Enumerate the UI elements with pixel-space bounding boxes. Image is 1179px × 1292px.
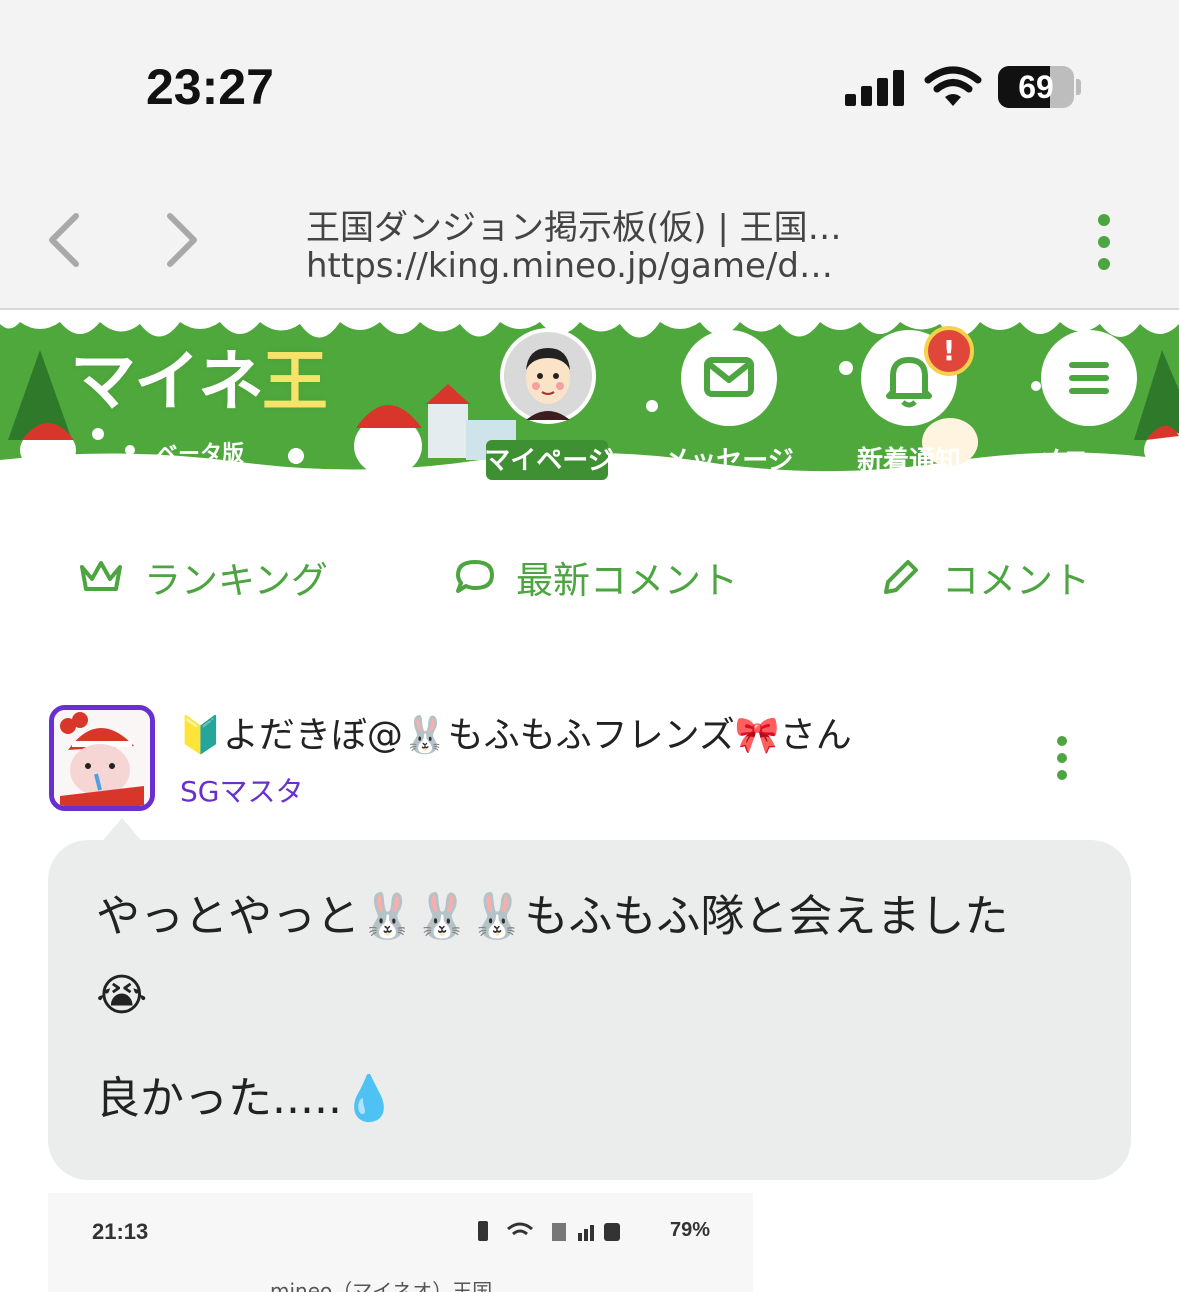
envelope-icon [704,357,754,397]
speech-bubble-icon [456,560,494,593]
post-more-vertical-icon[interactable] [1052,736,1072,780]
battery-level-text: 69 [1018,69,1054,105]
site-header-banner: マイネ王 ベータ版 マイページ メッセージ ! 新着通知 メニュー [0,310,1179,492]
post-user-rank: SGマスタ [180,775,304,808]
nav-mypage[interactable]: マイページ [484,440,614,477]
latest-comments-label: 最新コメント [516,559,738,602]
forward-arrow-icon[interactable] [162,212,202,268]
comment-body-line-2: 😭 [96,970,148,1021]
site-logo[interactable]: マイネ王 [70,328,328,424]
post-user-name[interactable]: 🔰よだきぼ@🐰もふもふフレンズ🎀さん [178,706,852,758]
message-button[interactable] [681,330,777,426]
beta-label: ベータ版 [156,442,245,467]
comment-body-line-1: やっとやっと🐰🐰🐰もふもふ隊と会えました [96,891,1009,942]
attachment-status-icons [478,1221,620,1241]
status-time: 23:27 [146,59,274,115]
nav-menu[interactable]: メニュー [1024,440,1154,477]
logo-text: マイネ [70,343,264,420]
nav-message[interactable]: メッセージ [654,440,804,477]
nav-notifications[interactable]: 新着通知 [844,440,974,477]
wifi-icon [924,66,982,106]
latest-comments-link[interactable]: 最新コメント [454,552,738,602]
ranking-label: ランキング [144,559,328,602]
snowman-avatar-icon [54,710,150,806]
address-bar-url[interactable]: https://king.mineo.jp/game/d… [306,246,833,286]
cellular-signal-icon [845,70,904,106]
back-arrow-icon[interactable] [44,212,84,268]
sub-navigation: ランキング 最新コメント コメント [0,492,1179,662]
comment-label: コメント [942,559,1090,602]
logo-king: 王 [262,343,328,420]
attachment-time: 21:13 [92,1219,149,1244]
pencil-icon [884,560,918,594]
browser-toolbar: 王国ダンジョン掲示板(仮) | 王国… https://king.mineo.j… [0,170,1179,310]
comment-body-line-3: 良かった.....💧 [96,1073,397,1124]
menu-button[interactable] [1041,330,1137,426]
attached-screenshot[interactable]: 21:13 79% mineo（マイネオ）王国 [48,1193,753,1292]
mypage-avatar-button[interactable] [500,328,596,424]
ranking-link[interactable]: ランキング [78,552,328,602]
attachment-page-title: mineo（マイネオ）王国 [270,1279,493,1292]
crown-icon [80,561,122,591]
user-avatar-icon [526,348,570,420]
attachment-battery: 79% [670,1219,711,1241]
status-bar: 23:27 69 [0,0,1179,170]
comment-link[interactable]: コメント [880,552,1090,602]
post-user-avatar[interactable] [49,705,155,811]
notification-badge: ! [924,326,974,376]
battery-icon: 69 [998,66,1082,108]
hamburger-menu-icon [1069,362,1109,394]
more-vertical-icon[interactable] [1092,212,1116,272]
page-title[interactable]: 王国ダンジョン掲示板(仮) | 王国… [306,200,842,249]
